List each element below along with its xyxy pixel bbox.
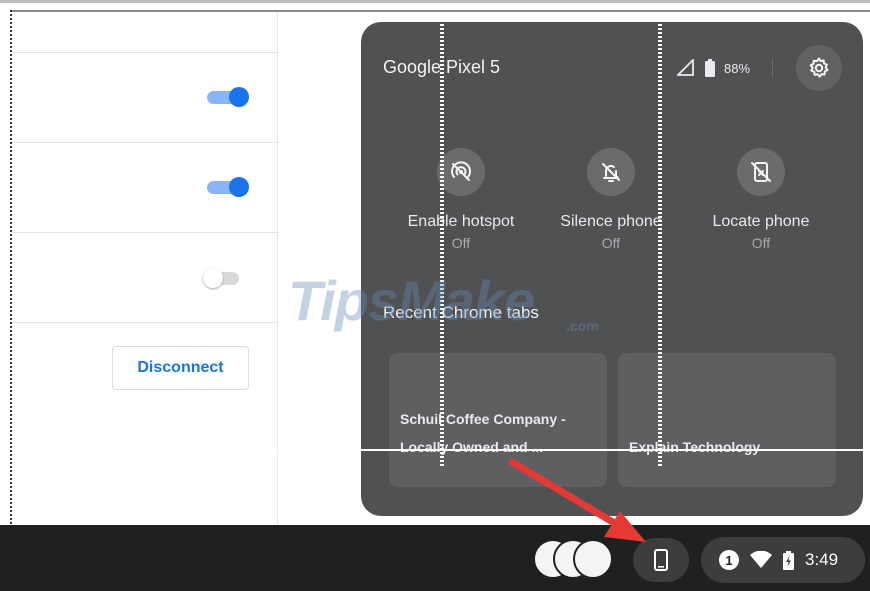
hotspot-button[interactable] — [437, 148, 485, 196]
feature-state: Off — [751, 235, 771, 251]
row-divider — [12, 232, 277, 233]
row-divider — [12, 142, 277, 143]
silence-phone-icon — [602, 163, 620, 182]
frame-inner-border — [10, 10, 870, 12]
notification-count-badge: 1 — [719, 550, 739, 570]
silence-phone-button[interactable] — [587, 148, 635, 196]
watermark-suffix: .com — [566, 318, 599, 334]
toggle-switch-3[interactable] — [203, 266, 247, 290]
status-separator — [772, 58, 773, 78]
feature-state: Off — [451, 235, 471, 251]
row-divider — [12, 322, 277, 323]
feature-label: Locate phone — [712, 213, 810, 230]
feature-silence-phone[interactable]: Silence phone Off — [536, 148, 686, 251]
watermark: TipsMake — [288, 269, 535, 332]
toggle-switch-2[interactable] — [205, 175, 249, 199]
phone-status: 88% — [677, 57, 750, 79]
feature-locate-phone[interactable]: Locate phone Off — [686, 148, 836, 251]
horizontal-guide-line — [12, 449, 870, 451]
feature-label: Silence phone — [560, 213, 662, 230]
signal-icon — [677, 59, 694, 76]
feature-label: Enable hotspot — [407, 213, 515, 230]
toggle-thumb — [229, 177, 249, 197]
phone-settings-button[interactable] — [796, 45, 842, 91]
recent-tab-card[interactable]: Explain Technology — [618, 353, 836, 487]
gear-icon — [809, 57, 829, 78]
tab-title-line: Schuil Coffee Company - — [400, 411, 566, 427]
battery-charging-icon — [783, 550, 794, 570]
clock: 3:49 — [805, 550, 839, 569]
shelf: 1 3:49 — [0, 525, 870, 591]
locate-phone-button[interactable] — [737, 148, 785, 196]
row-divider — [12, 52, 277, 53]
hotspot-off-icon — [451, 161, 471, 181]
frame-left-border — [10, 10, 12, 530]
locate-phone-icon — [751, 162, 771, 182]
notification-icons[interactable] — [533, 539, 613, 579]
battery-percentage: 88% — [724, 60, 751, 76]
frame-top-border — [0, 0, 870, 3]
dashed-guide-line — [440, 16, 444, 466]
notification-bubble — [573, 539, 613, 579]
toggle-thumb — [229, 87, 249, 107]
feature-state: Off — [601, 235, 621, 251]
tab-title-line: Locally Owned and ... — [400, 439, 544, 455]
dashed-guide-line — [658, 16, 662, 466]
phone-hub-button[interactable] — [633, 538, 689, 582]
recent-tab-card[interactable]: Schuil Coffee Company - Locally Owned an… — [389, 353, 607, 487]
toggle-thumb — [203, 268, 223, 288]
phone-icon — [654, 549, 668, 571]
disconnect-button[interactable]: Disconnect — [112, 346, 249, 390]
battery-icon — [705, 59, 715, 77]
toggle-switch-1[interactable] — [205, 85, 249, 109]
feature-enable-hotspot[interactable]: Enable hotspot Off — [386, 148, 536, 251]
status-tray[interactable]: 1 3:49 — [701, 537, 865, 583]
wifi-icon — [750, 551, 772, 568]
